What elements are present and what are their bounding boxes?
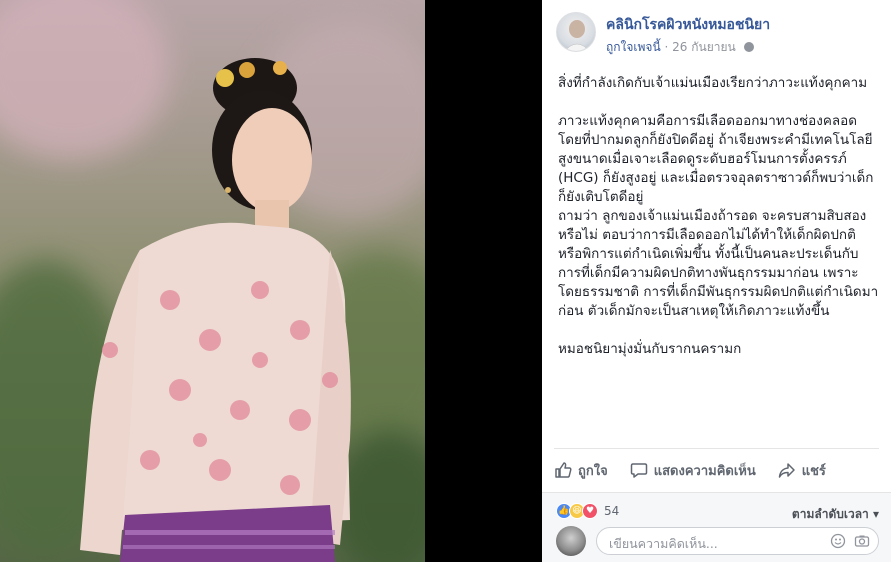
comment-input-icons xyxy=(830,533,870,549)
comment-composer: เขียนความคิดเห็น... xyxy=(556,526,879,556)
post-body: สิ่งที่กำลังเกิดกับเจ้าแม่นเมืองเรียกว่า… xyxy=(558,75,879,357)
reactions-comments-area: 👍 😆 ♥ 54 ตามลำดับเวลา ▾ เขียนความคิดเห็น… xyxy=(542,492,891,562)
globe-icon xyxy=(743,42,754,52)
divider xyxy=(554,448,879,449)
comment-sort-dropdown[interactable]: ตามลำดับเวลา ▾ xyxy=(792,505,879,524)
comment-label: แสดงความคิดเห็น xyxy=(653,463,756,479)
reaction-count: 54 xyxy=(604,504,620,518)
like-label: ถูกใจ xyxy=(578,463,608,479)
like-button[interactable]: ถูกใจ xyxy=(554,460,608,481)
emoji-icon[interactable] xyxy=(830,533,846,549)
user-avatar xyxy=(556,526,586,556)
liked-page-label[interactable]: ถูกใจเพจนี้ xyxy=(606,40,661,54)
post-photo[interactable] xyxy=(0,0,425,562)
like-icon xyxy=(555,462,572,478)
comment-icon xyxy=(630,463,647,478)
woman-figure xyxy=(80,58,351,562)
page-avatar[interactable] xyxy=(556,12,596,52)
share-icon xyxy=(778,463,795,478)
love-reaction-icon: ♥ xyxy=(582,503,598,519)
share-label: แชร์ xyxy=(801,463,826,479)
post-meta: ถูกใจเพจนี้ · 26 กันยายน xyxy=(606,38,754,57)
lightbox-gap xyxy=(425,0,542,562)
post-date[interactable]: 26 กันยายน xyxy=(672,40,736,54)
share-button[interactable]: แชร์ xyxy=(778,460,826,481)
meta-separator: · xyxy=(664,40,673,54)
page-name[interactable]: คลินิกโรคผิวหนังหมอชนิยา xyxy=(606,14,770,36)
comment-placeholder: เขียนความคิดเห็น... xyxy=(609,536,718,551)
camera-icon[interactable] xyxy=(854,533,870,549)
post-header: คลินิกโรคผิวหนังหมอชนิยา ถูกใจเพจนี้ · 2… xyxy=(556,12,886,56)
post-panel: คลินิกโรคผิวหนังหมอชนิยา ถูกใจเพจนี้ · 2… xyxy=(542,0,891,562)
comment-button[interactable]: แสดงความคิดเห็น xyxy=(630,460,756,481)
reactions-summary[interactable]: 👍 😆 ♥ 54 xyxy=(556,503,619,519)
post-actions: ถูกใจ แสดงความคิดเห็น แชร์ xyxy=(554,455,879,485)
comment-input[interactable]: เขียนความคิดเห็น... xyxy=(596,527,879,555)
